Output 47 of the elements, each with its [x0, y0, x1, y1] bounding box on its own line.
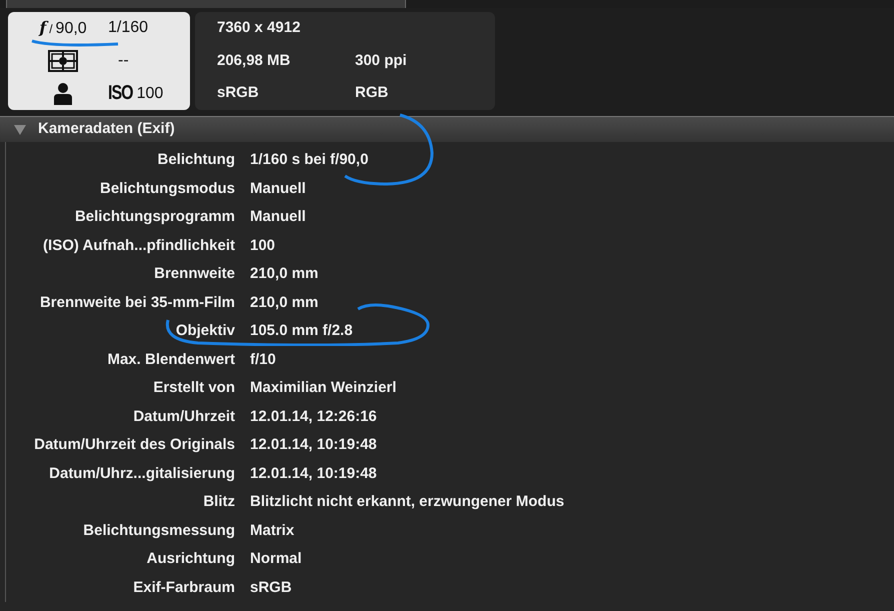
- metering-value: --: [117, 50, 130, 71]
- aperture-slash: /: [49, 22, 53, 38]
- field-value: sRGB: [250, 578, 292, 598]
- field-value: Matrix: [250, 520, 294, 540]
- resolution-value: 300 ppi: [355, 50, 408, 71]
- field-label: Datum/Uhrzeit: [132, 406, 236, 426]
- field-value: 12.01.14, 10:19:48: [250, 435, 377, 455]
- field-value: 12.01.14, 10:19:48: [250, 464, 377, 484]
- field-value: 100: [250, 236, 276, 256]
- field-value: 210,0 mm: [250, 292, 318, 312]
- field-label: Erstellt von: [152, 378, 236, 398]
- person-icon: [53, 82, 73, 105]
- field-value: 12.01.14, 12:26:16: [250, 406, 377, 426]
- field-value: 210,0 mm: [250, 264, 318, 284]
- field-label: Objektiv: [174, 321, 236, 341]
- field-value: Blitzlicht nicht erkannt, erzwungener Modus: [250, 492, 564, 512]
- field-label: Belichtungsmodus: [98, 178, 236, 198]
- field-value: Maximilian Weinzierl: [250, 378, 396, 398]
- dimensions-value: 7360 x 4912: [217, 18, 302, 38]
- field-label: Datum/Uhrz...gitalisierung: [48, 464, 236, 484]
- metering-icon: [48, 50, 78, 72]
- iso-label: ISO: [108, 81, 133, 106]
- field-label: Belichtung: [156, 150, 236, 170]
- file-size-value: 206,98 MB: [217, 50, 292, 71]
- color-mode-value: RGB: [355, 83, 390, 104]
- field-value: 1/160 s bei f/90,0: [250, 150, 368, 170]
- iso-value: 100: [136, 84, 164, 104]
- field-label: (ISO) Aufnah...pfindlichkeit: [42, 236, 236, 256]
- field-label: Brennweite: [153, 264, 236, 284]
- field-label: Max. Blendenwert: [106, 350, 236, 370]
- field-label: Datum/Uhrzeit des Originals: [33, 435, 236, 455]
- field-value: Normal: [250, 549, 302, 569]
- field-value: Manuell: [250, 207, 306, 227]
- field-label: Belichtungsmessung: [82, 520, 236, 540]
- aperture-value: 90,0: [56, 18, 87, 39]
- field-label: Belichtungsprogramm: [74, 207, 236, 227]
- color-profile-value: sRGB: [217, 83, 260, 104]
- field-value: Manuell: [250, 178, 306, 198]
- field-value: 105.0 mm f/2.8: [250, 321, 353, 341]
- field-label: Exif-Farbraum: [132, 578, 236, 598]
- field-value: f/10: [250, 350, 276, 370]
- section-title: Kameradaten (Exif): [38, 119, 175, 140]
- field-label: Brennweite bei 35-mm-Film: [38, 292, 236, 312]
- field-label: Ausrichtung: [146, 549, 236, 569]
- field-label: Blitz: [202, 492, 236, 512]
- section-header[interactable]: Kameradaten (Exif): [0, 116, 894, 142]
- shutter-value: 1/160: [108, 18, 150, 38]
